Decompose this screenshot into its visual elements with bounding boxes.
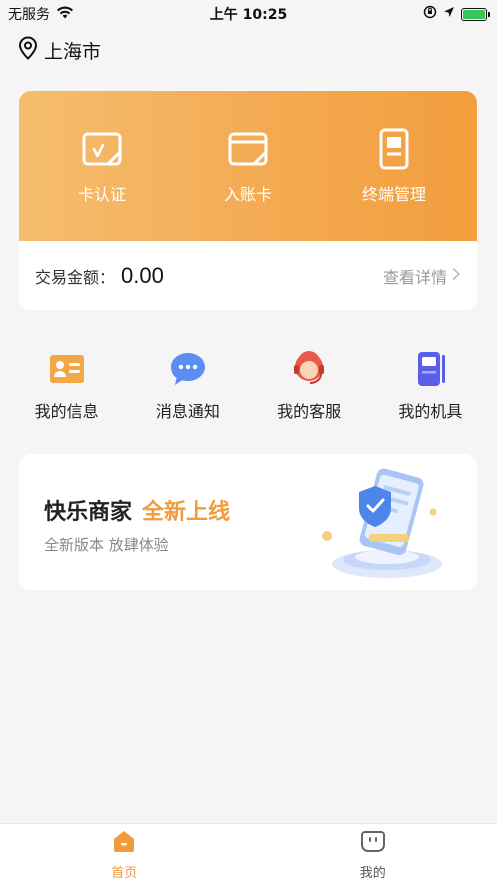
promo-banner[interactable]: 快乐商家 全新上线 全新版本 放肆体验	[19, 454, 477, 590]
card-verify-label: 卡认证	[77, 185, 126, 204]
view-details-link[interactable]: 查看详情	[383, 264, 461, 288]
card-verify-button[interactable]: 卡认证	[32, 127, 172, 205]
promo-title-main: 快乐商家	[44, 500, 133, 525]
tab-profile[interactable]: 我的	[249, 824, 497, 883]
battery-icon	[461, 7, 490, 21]
terminal-manage-button[interactable]: 终端管理	[324, 127, 464, 205]
customer-service-icon	[290, 350, 328, 392]
amount-value: 0.00	[121, 262, 164, 288]
orientation-lock-icon	[423, 5, 437, 23]
amount-row: 交易金额： 0.00 查看详情	[19, 241, 477, 310]
amount-label: 交易金额：	[35, 267, 116, 287]
chevron-right-icon	[451, 266, 461, 285]
deposit-card-label: 入账卡	[223, 185, 272, 204]
notifications-button[interactable]: 消息通知	[133, 350, 243, 421]
map-pin-icon	[18, 36, 38, 65]
customer-service-button[interactable]: 我的客服	[254, 350, 364, 421]
my-machines-label: 我的机具	[398, 402, 463, 421]
promo-illustration	[307, 464, 457, 584]
city-label: 上海市	[44, 41, 102, 63]
profile-icon	[360, 828, 386, 858]
amount-group: 交易金额： 0.00	[35, 263, 164, 289]
deposit-card-button[interactable]: 入账卡	[178, 127, 318, 205]
my-machines-button[interactable]: 我的机具	[375, 350, 485, 421]
location-arrow-icon	[443, 6, 455, 22]
location-selector[interactable]: 上海市	[18, 36, 101, 65]
view-details-label: 查看详情	[382, 267, 447, 287]
promo-subtitle: 全新版本 放肆体验	[44, 536, 169, 554]
customer-service-label: 我的客服	[277, 402, 342, 421]
card-actions-panel: 卡认证 入账卡 终端管理	[19, 91, 477, 241]
home-icon	[111, 828, 137, 858]
quick-menu: 我的信息 消息通知 我的客服 我的机具	[0, 350, 497, 421]
my-info-label: 我的信息	[34, 402, 99, 421]
deposit-card-icon	[226, 127, 270, 175]
status-right-group	[423, 5, 490, 23]
pos-machine-icon	[411, 350, 449, 392]
tab-home-label: 首页	[111, 866, 138, 881]
notifications-label: 消息通知	[155, 402, 220, 421]
terminal-manage-label: 终端管理	[361, 185, 426, 204]
tab-home[interactable]: 首页	[0, 824, 249, 883]
status-bar: 无服务 上午 10:25	[0, 0, 497, 26]
tab-profile-label: 我的	[359, 866, 386, 881]
promo-title-accent: 全新上线	[142, 500, 231, 525]
chat-bubble-icon	[169, 350, 207, 392]
card-verify-icon	[80, 127, 124, 175]
promo-title: 快乐商家 全新上线	[44, 494, 230, 526]
my-info-button[interactable]: 我的信息	[12, 350, 122, 421]
id-card-icon	[48, 350, 86, 392]
terminal-icon	[372, 127, 416, 175]
tab-bar: 首页 我的	[0, 823, 497, 883]
transaction-card: 卡认证 入账卡 终端管理 交易金额： 0.00 查看详情	[19, 91, 477, 310]
